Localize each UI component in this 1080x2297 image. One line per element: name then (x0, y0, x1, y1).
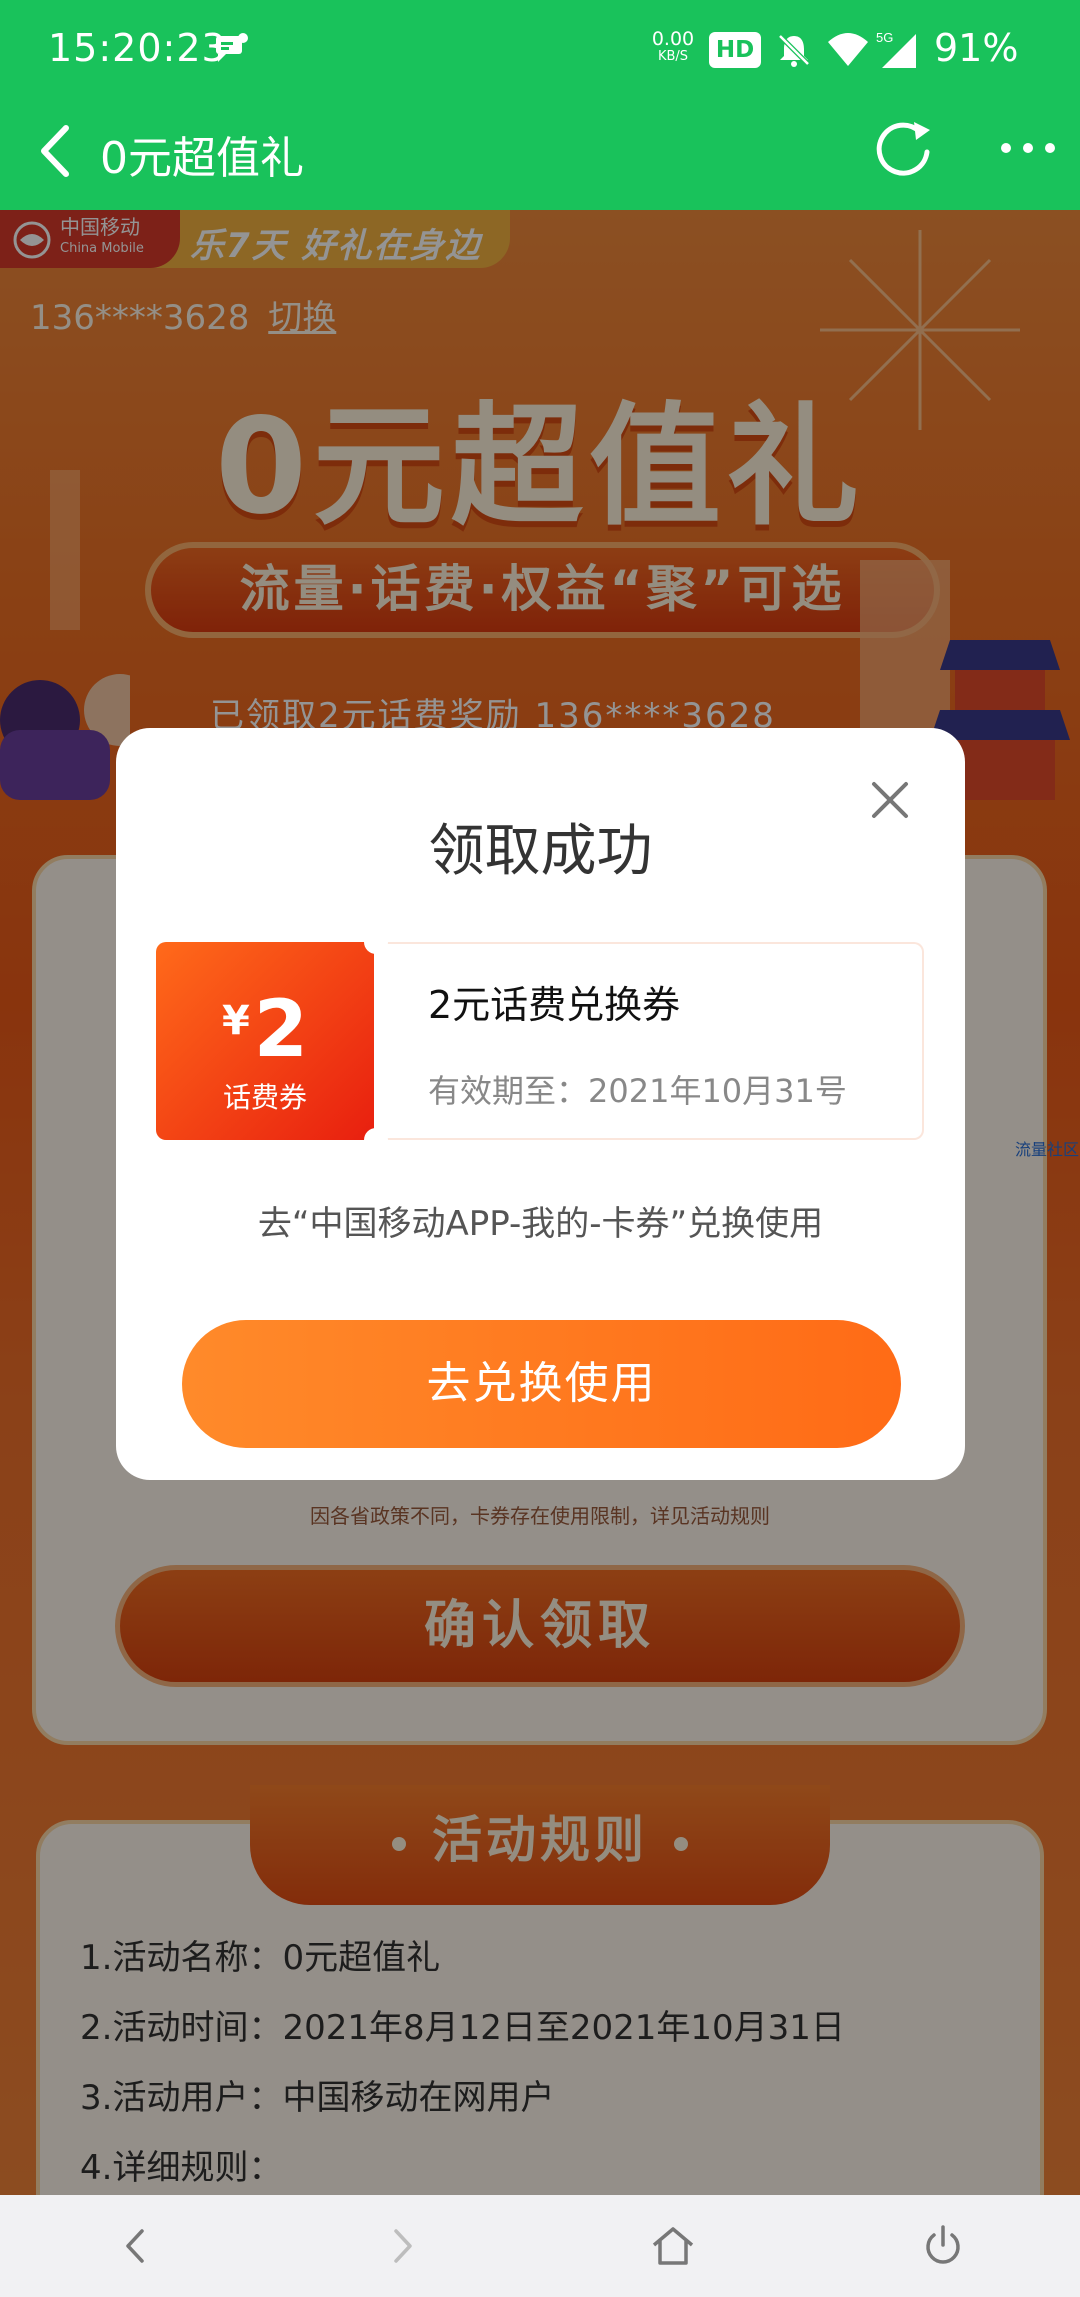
coupon-notch (364, 1128, 388, 1152)
signal-5g-icon: 5G (876, 30, 916, 68)
network-type-label: 5G (876, 30, 893, 45)
net-speed-unit: KB/S (657, 49, 689, 64)
coupon-name: 2元话费兑换券 (428, 983, 681, 1027)
wifi-icon (828, 33, 868, 66)
coupon-notch (364, 930, 388, 954)
more-menu-icon[interactable] (996, 130, 1060, 166)
app-bar: 0元超值礼 (0, 100, 1080, 210)
claim-success-dialog: 领取成功 ¥2 话费券 2元话费兑换券 有效期至：2021年10月31号 去“中… (116, 728, 965, 1480)
back-icon[interactable] (34, 120, 76, 182)
dialog-title: 领取成功 (428, 819, 653, 884)
coupon-value-panel: ¥2 话费券 (156, 942, 374, 1140)
coupon-amount: 2 (253, 985, 309, 1075)
status-time: 15:20:23 (48, 26, 227, 70)
coupon-validity: 有效期至：2021年10月31号 (428, 1072, 847, 1110)
nav-back-icon[interactable] (110, 2221, 160, 2271)
refresh-icon[interactable] (870, 116, 936, 182)
browser-nav-bar (0, 2195, 1080, 2297)
net-speed: 0.00 KB/S (648, 30, 698, 66)
net-speed-value: 0.00 (651, 28, 695, 50)
coupon-amount-row: ¥2 (156, 982, 374, 1069)
message-flag-icon (216, 33, 248, 62)
nav-forward-icon[interactable] (378, 2221, 428, 2271)
page-title: 0元超值礼 (100, 133, 304, 184)
redeem-hint: 去“中国移动APP-我的-卡券”兑换使用 (257, 1204, 824, 1244)
coupon-kind: 话费券 (222, 1081, 307, 1114)
currency-symbol: ¥ (221, 998, 250, 1044)
battery-level: 91% (934, 26, 1019, 70)
redeem-button[interactable]: 去兑换使用 (182, 1320, 901, 1448)
status-bar: 15:20:23 0.00 KB/S HD 5G 91% (0, 0, 1080, 100)
nav-home-icon[interactable] (648, 2221, 698, 2271)
coupon-info-panel: 2元话费兑换券 有效期至：2021年10月31号 (374, 942, 924, 1140)
mute-bell-icon (778, 34, 810, 67)
hd-badge: HD (709, 32, 761, 68)
coupon-card: ¥2 话费券 2元话费兑换券 有效期至：2021年10月31号 (156, 930, 924, 1152)
nav-power-icon[interactable] (918, 2221, 968, 2271)
